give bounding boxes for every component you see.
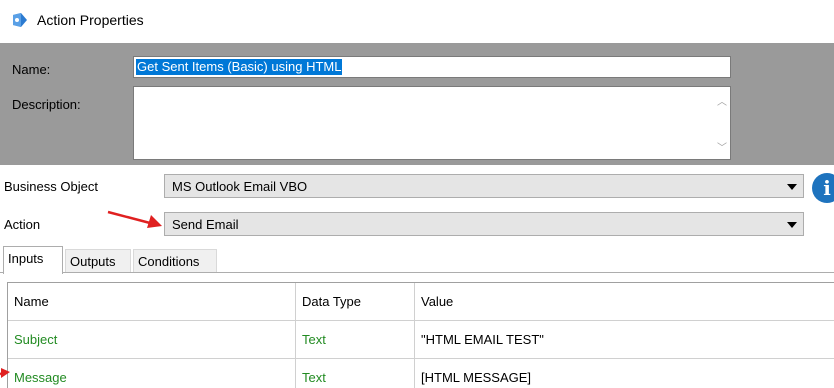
action-label: Action xyxy=(4,217,41,232)
grid-header-row: Name Data Type Value xyxy=(8,283,834,321)
tab-outputs[interactable]: Outputs xyxy=(65,249,131,273)
chevron-down-icon xyxy=(787,184,797,190)
description-field[interactable]: ︿ ﹀ xyxy=(133,86,731,160)
tab-conditions[interactable]: Conditions xyxy=(133,249,217,273)
title-bar: Action Properties xyxy=(0,0,834,43)
business-object-value: MS Outlook Email VBO xyxy=(172,179,308,194)
name-field[interactable]: Get Sent Items (Basic) using HTML xyxy=(133,56,731,78)
param-type: Text xyxy=(295,359,414,388)
business-object-select[interactable]: MS Outlook Email VBO xyxy=(164,174,804,198)
param-value-field[interactable]: "HTML EMAIL TEST" xyxy=(414,321,834,358)
business-object-label: Business Object xyxy=(4,179,98,194)
scroll-up-icon[interactable]: ︿ xyxy=(717,93,727,108)
table-row[interactable]: Subject Text "HTML EMAIL TEST" xyxy=(8,321,834,359)
chevron-down-icon xyxy=(787,222,797,228)
column-header-value[interactable]: Value xyxy=(414,283,834,320)
tab-divider xyxy=(0,272,834,273)
blue-prism-icon xyxy=(13,13,27,27)
scroll-down-icon[interactable]: ﹀ xyxy=(717,139,727,154)
param-name: Message xyxy=(14,370,67,385)
action-value: Send Email xyxy=(172,217,239,232)
tab-inputs[interactable]: Inputs xyxy=(3,246,63,274)
annotation-arrow-action xyxy=(107,210,162,228)
action-select[interactable]: Send Email xyxy=(164,212,804,236)
param-name: Subject xyxy=(14,332,58,347)
column-header-name[interactable]: Name xyxy=(8,283,295,320)
column-header-data-type[interactable]: Data Type xyxy=(295,283,414,320)
description-label: Description: xyxy=(12,97,81,112)
tab-strip: Inputs Outputs Conditions xyxy=(0,246,834,274)
param-type: Text xyxy=(295,321,414,358)
window-title: Action Properties xyxy=(37,12,144,28)
info-icon[interactable]: i xyxy=(812,173,834,203)
table-row[interactable]: Message Text [HTML MESSAGE] xyxy=(8,359,834,388)
inputs-grid: Name Data Type Value Subject Text "HTML … xyxy=(7,282,834,388)
name-field-value: Get Sent Items (Basic) using HTML xyxy=(136,59,343,75)
description-scrollbar[interactable]: ︿ ﹀ xyxy=(713,87,730,159)
name-label: Name: xyxy=(12,62,51,77)
param-value-field[interactable]: [HTML MESSAGE] xyxy=(414,359,834,388)
